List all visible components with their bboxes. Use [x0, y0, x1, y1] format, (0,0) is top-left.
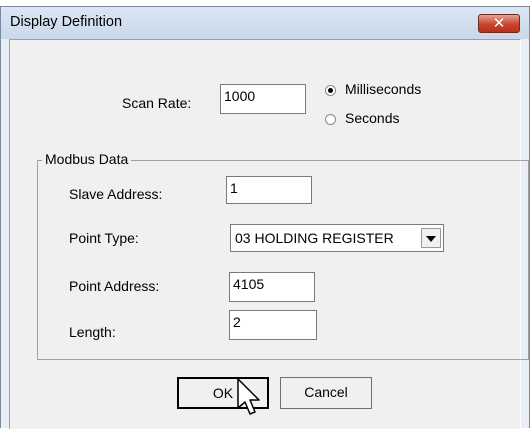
- scan-rate-value: 1000: [224, 88, 256, 104]
- close-icon: ✕: [492, 14, 506, 32]
- seconds-radio[interactable]: [325, 114, 336, 125]
- length-input[interactable]: 2: [229, 310, 317, 340]
- point-address-label: Point Address:: [69, 278, 160, 294]
- slave-address-input[interactable]: 1: [226, 176, 312, 204]
- chevron-down-icon: [426, 236, 436, 242]
- point-type-value: 03 HOLDING REGISTER: [235, 230, 394, 246]
- scan-rate-input[interactable]: 1000: [220, 84, 306, 114]
- title-bar[interactable]: Display Definition ✕: [1, 7, 529, 39]
- point-type-label: Point Type:: [69, 230, 139, 246]
- close-button[interactable]: ✕: [478, 14, 520, 33]
- point-type-select[interactable]: 03 HOLDING REGISTER: [230, 224, 444, 252]
- radio-selected-dot: [328, 88, 333, 93]
- modbus-data-group-title: Modbus Data: [42, 151, 132, 167]
- length-value: 2: [233, 314, 241, 330]
- window-title: Display Definition: [10, 14, 123, 30]
- length-label: Length:: [69, 324, 116, 340]
- cancel-label: Cancel: [304, 384, 348, 400]
- slave-address-label: Slave Address:: [69, 186, 163, 202]
- cancel-button[interactable]: Cancel: [280, 377, 372, 409]
- milliseconds-radio[interactable]: [325, 85, 336, 96]
- mouse-pointer-icon: [237, 378, 260, 415]
- scan-rate-label: Scan Rate:: [122, 95, 192, 111]
- point-address-value: 4105: [233, 276, 265, 292]
- milliseconds-label[interactable]: Milliseconds: [345, 81, 421, 97]
- seconds-label[interactable]: Seconds: [345, 110, 399, 126]
- slave-address-value: 1: [230, 180, 238, 196]
- point-address-input[interactable]: 4105: [229, 272, 315, 302]
- dropdown-button[interactable]: [421, 228, 441, 248]
